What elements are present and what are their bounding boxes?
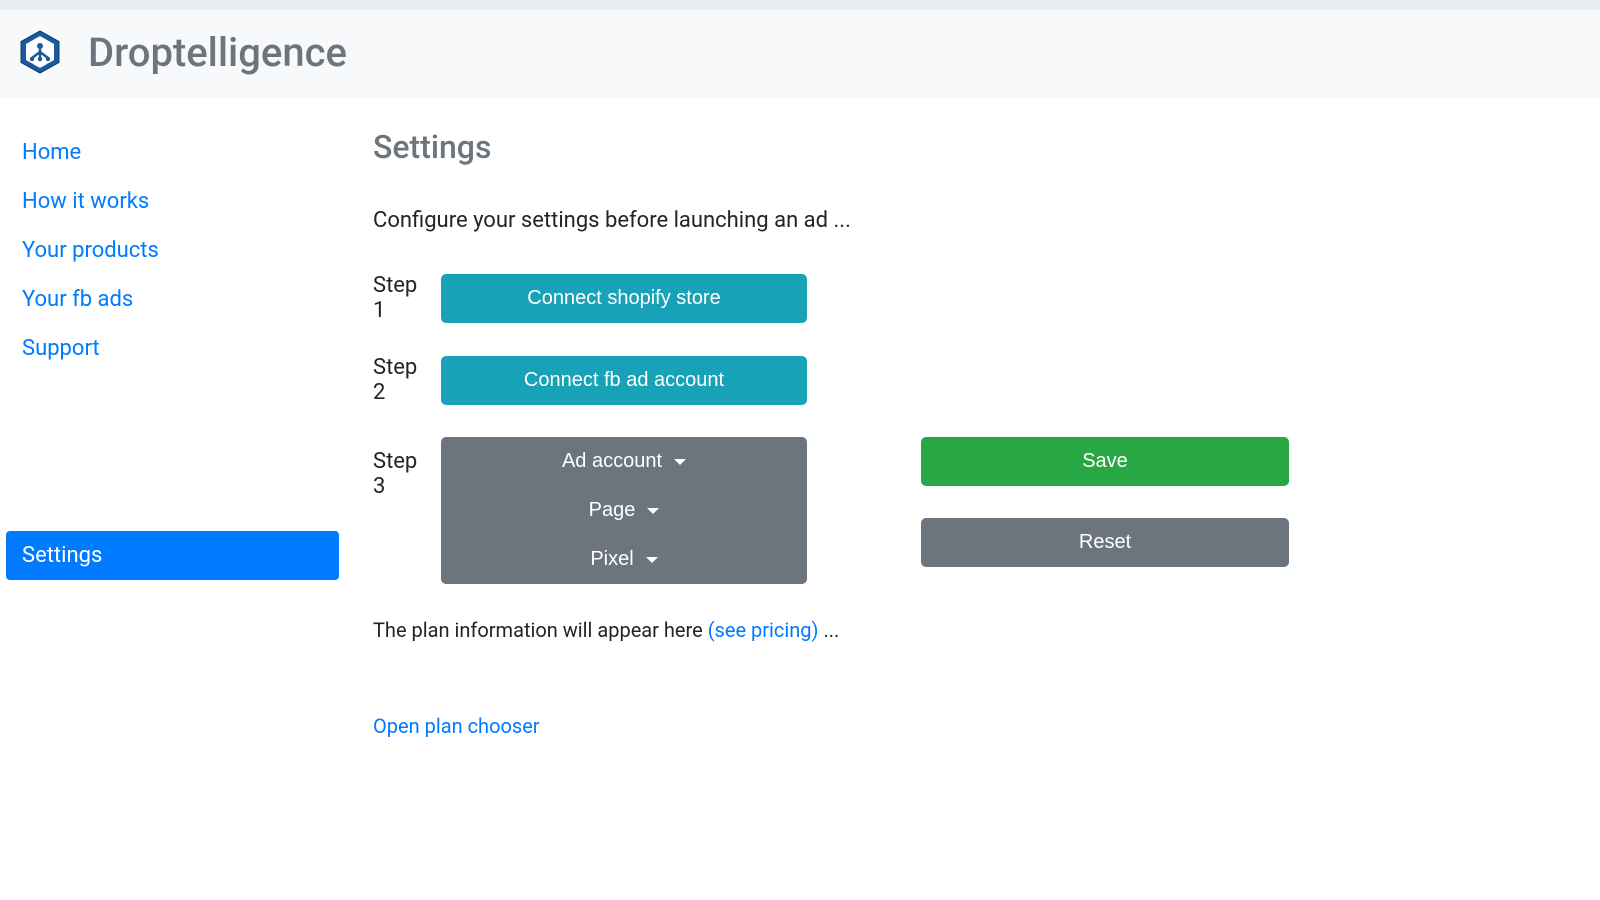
step-3-label: Step 3	[373, 437, 435, 499]
steps-column: Step 1 Connect shopify store Step 2 Conn…	[373, 273, 807, 584]
see-pricing-link[interactable]: (see pricing)	[708, 618, 819, 642]
step-1-row: Step 1 Connect shopify store	[373, 273, 807, 323]
plan-text-suffix: ...	[818, 618, 839, 642]
step-2-row: Step 2 Connect fb ad account	[373, 355, 807, 405]
sidebar-item-how-it-works[interactable]: How it works	[6, 177, 339, 226]
caret-down-icon	[674, 459, 686, 465]
step-2-label: Step 2	[373, 355, 435, 405]
reset-button[interactable]: Reset	[921, 518, 1289, 567]
connect-fb-button[interactable]: Connect fb ad account	[441, 356, 807, 405]
body: Home How it works Your products Your fb …	[0, 98, 1600, 738]
step-3-row: Step 3 Ad account Page Pixel	[373, 437, 807, 584]
app-title: Droptelligence	[88, 29, 347, 76]
step-1-label: Step 1	[373, 273, 435, 323]
sidebar-spacer	[6, 373, 339, 531]
sidebar-item-your-products[interactable]: Your products	[6, 226, 339, 275]
sidebar-item-your-fb-ads[interactable]: Your fb ads	[6, 275, 339, 324]
page-dropdown[interactable]: Page	[441, 486, 807, 535]
open-plan-chooser-link[interactable]: Open plan chooser	[373, 714, 1572, 738]
main-content: Settings Configure your settings before …	[345, 128, 1600, 738]
reset-label: Reset	[1079, 531, 1131, 554]
ad-account-label: Ad account	[562, 450, 662, 473]
pixel-dropdown[interactable]: Pixel	[441, 535, 807, 584]
header: Droptelligence	[0, 10, 1600, 98]
top-strip	[0, 0, 1600, 10]
sidebar-item-settings[interactable]: Settings	[6, 531, 339, 580]
sidebar-item-home[interactable]: Home	[6, 128, 339, 177]
sidebar: Home How it works Your products Your fb …	[0, 128, 345, 738]
page-label: Page	[589, 499, 636, 522]
steps-area: Step 1 Connect shopify store Step 2 Conn…	[373, 273, 1572, 584]
step-3-dropdowns: Ad account Page Pixel	[441, 437, 807, 584]
connect-fb-label: Connect fb ad account	[524, 369, 724, 392]
actions-column: Save Reset	[921, 437, 1289, 567]
plan-text-prefix: The plan information will appear here	[373, 618, 708, 642]
intro-text: Configure your settings before launching…	[373, 208, 1572, 233]
ad-account-dropdown[interactable]: Ad account	[441, 437, 807, 486]
caret-down-icon	[646, 557, 658, 563]
connect-shopify-label: Connect shopify store	[527, 287, 720, 310]
save-label: Save	[1082, 450, 1128, 473]
connect-shopify-button[interactable]: Connect shopify store	[441, 274, 807, 323]
sidebar-item-support[interactable]: Support	[6, 324, 339, 373]
pixel-label: Pixel	[590, 548, 633, 571]
caret-down-icon	[647, 508, 659, 514]
page-title: Settings	[373, 128, 1572, 166]
save-button[interactable]: Save	[921, 437, 1289, 486]
app-logo	[16, 28, 64, 76]
plan-info: The plan information will appear here (s…	[373, 618, 1572, 642]
